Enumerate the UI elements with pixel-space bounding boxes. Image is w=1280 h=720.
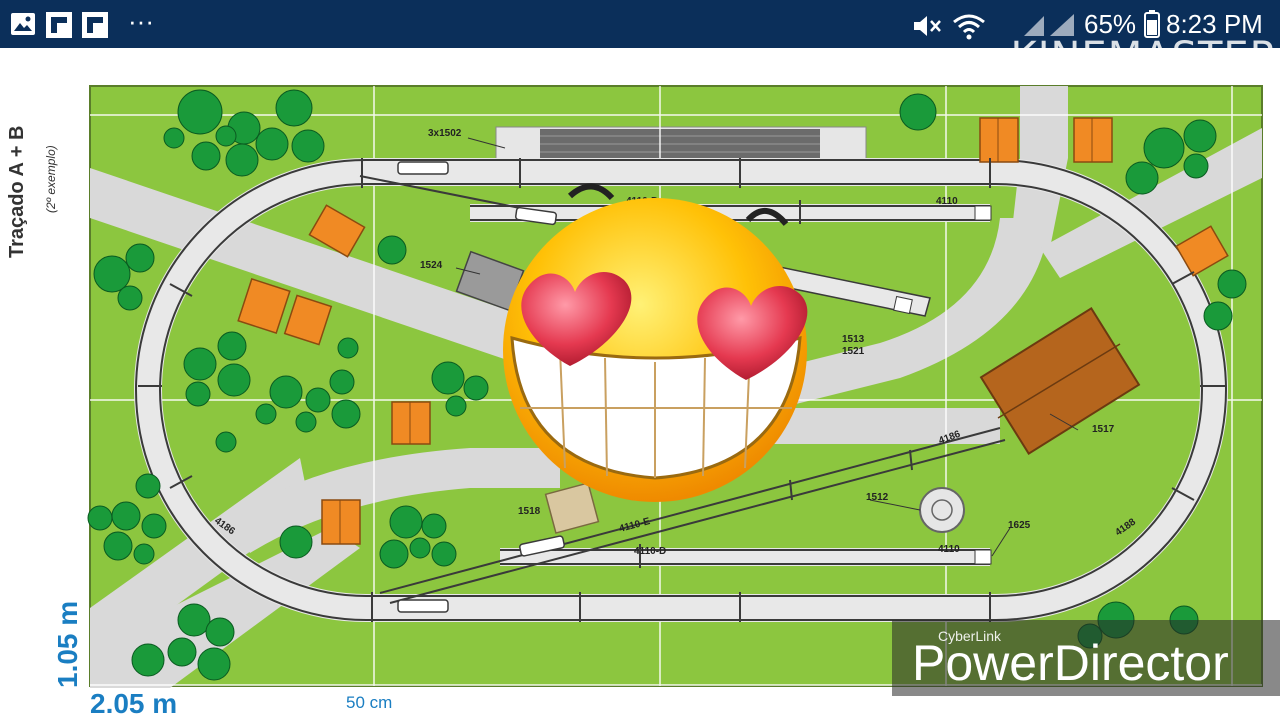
flipboard-icon [46, 12, 72, 38]
layout-subtitle: (2º exemplo) [44, 145, 58, 213]
overflow-indicator: ··· [128, 6, 154, 36]
label-1512: 1512 [866, 492, 889, 503]
label-1513: 1513 [842, 334, 865, 345]
layout-title-text: Traçado A + B [6, 125, 28, 258]
label-3x1502: 3x1502 [428, 128, 462, 139]
label-1518: 1518 [518, 506, 541, 517]
dimension-width: 2.05 m [90, 688, 178, 719]
label-4110-bottom: 4110 [938, 544, 960, 555]
dimension-grid: 50 cm [346, 693, 393, 712]
label-1524: 1524 [420, 260, 443, 271]
layout-title: Traçado A + B [6, 126, 29, 258]
gallery-icon [11, 13, 35, 35]
label-1625: 1625 [1008, 520, 1031, 531]
label-4110-top: 4110 [936, 196, 958, 207]
label-1521: 1521 [842, 346, 865, 357]
powerdirector-text: PowerDirector [912, 635, 1229, 691]
turntable [919, 487, 965, 533]
dimension-height: 1.05 m [52, 600, 83, 688]
label-1517: 1517 [1092, 424, 1115, 435]
flipboard-icon [82, 12, 108, 38]
label-4110d-bottom: 4110-D [634, 546, 666, 557]
powerdirector-watermark: CyberLink PowerDirector [892, 620, 1280, 696]
